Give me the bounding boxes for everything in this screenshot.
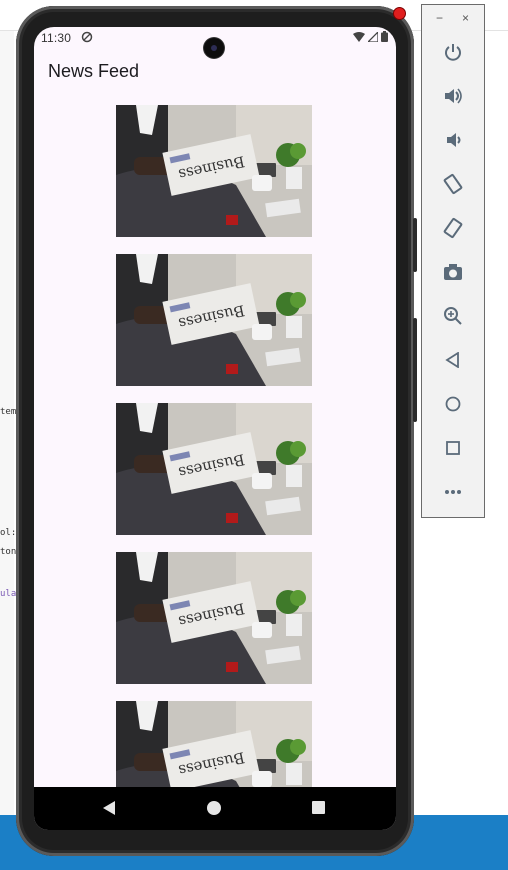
page-title: News Feed — [48, 61, 140, 81]
news-item-image[interactable]: Business — [116, 552, 312, 684]
news-item-image[interactable]: Business — [116, 403, 312, 535]
code-fragment: ton — [0, 547, 17, 557]
phone-volume-button — [413, 218, 417, 272]
code-fragment: ol: — [0, 528, 17, 538]
device-screen: 11:30 News Feed Business Business Busine… — [34, 27, 396, 830]
wifi-icon — [353, 31, 365, 42]
camera-icon — [444, 264, 462, 280]
zoom-button[interactable] — [422, 296, 484, 336]
rotate-left-icon — [443, 173, 463, 195]
emulator-back-button[interactable] — [422, 340, 484, 380]
status-time: 11:30 — [41, 31, 72, 45]
home-icon — [445, 396, 461, 412]
minimize-button[interactable]: − — [436, 11, 443, 25]
news-feed-list[interactable]: Business Business Business Business Busi… — [116, 105, 312, 830]
ide-editor-gutter — [0, 31, 14, 815]
phone-power-button — [413, 318, 417, 422]
power-icon — [445, 44, 461, 61]
sync-icon — [81, 31, 93, 43]
emulator-home-button[interactable] — [422, 384, 484, 424]
news-item-image[interactable]: Business — [116, 254, 312, 386]
code-fragment: tem — [0, 407, 17, 417]
more-button[interactable] — [422, 472, 484, 512]
battery-icon — [381, 31, 388, 42]
screenshot-button[interactable] — [422, 252, 484, 292]
emulator-overview-button[interactable] — [422, 428, 484, 468]
rotate-right-icon — [443, 217, 463, 239]
power-button[interactable] — [422, 32, 484, 72]
back-icon — [445, 352, 459, 368]
volume-up-button[interactable] — [422, 76, 484, 116]
rotate-right-button[interactable] — [422, 208, 484, 248]
volume-down-button[interactable] — [422, 120, 484, 160]
recording-indicator-icon — [394, 8, 405, 19]
volume-up-icon — [445, 88, 462, 104]
close-button[interactable]: × — [462, 11, 469, 25]
front-camera — [204, 38, 224, 58]
signal-icon — [368, 31, 378, 42]
zoom-icon — [444, 307, 462, 325]
news-item-image[interactable]: Business — [116, 105, 312, 237]
overview-icon — [446, 441, 460, 455]
nav-back-button[interactable] — [102, 801, 116, 815]
nav-home-button[interactable] — [207, 801, 221, 815]
volume-down-icon — [447, 133, 461, 147]
nav-recents-button[interactable] — [312, 801, 325, 814]
code-fragment: ula — [0, 589, 17, 599]
status-icons — [353, 31, 388, 42]
emulator-toolbar: − × — [421, 4, 485, 518]
rotate-left-button[interactable] — [422, 164, 484, 204]
more-icon — [445, 490, 461, 494]
system-nav-bar — [34, 787, 396, 830]
